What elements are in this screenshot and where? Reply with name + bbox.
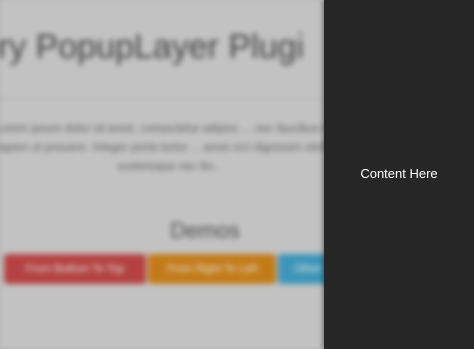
popup-layer-panel: Content Here [324,0,474,349]
popup-content-text: Content Here [360,166,438,181]
page: uery PopupLayer Plugi Lorem ipsum dolor … [0,0,474,349]
